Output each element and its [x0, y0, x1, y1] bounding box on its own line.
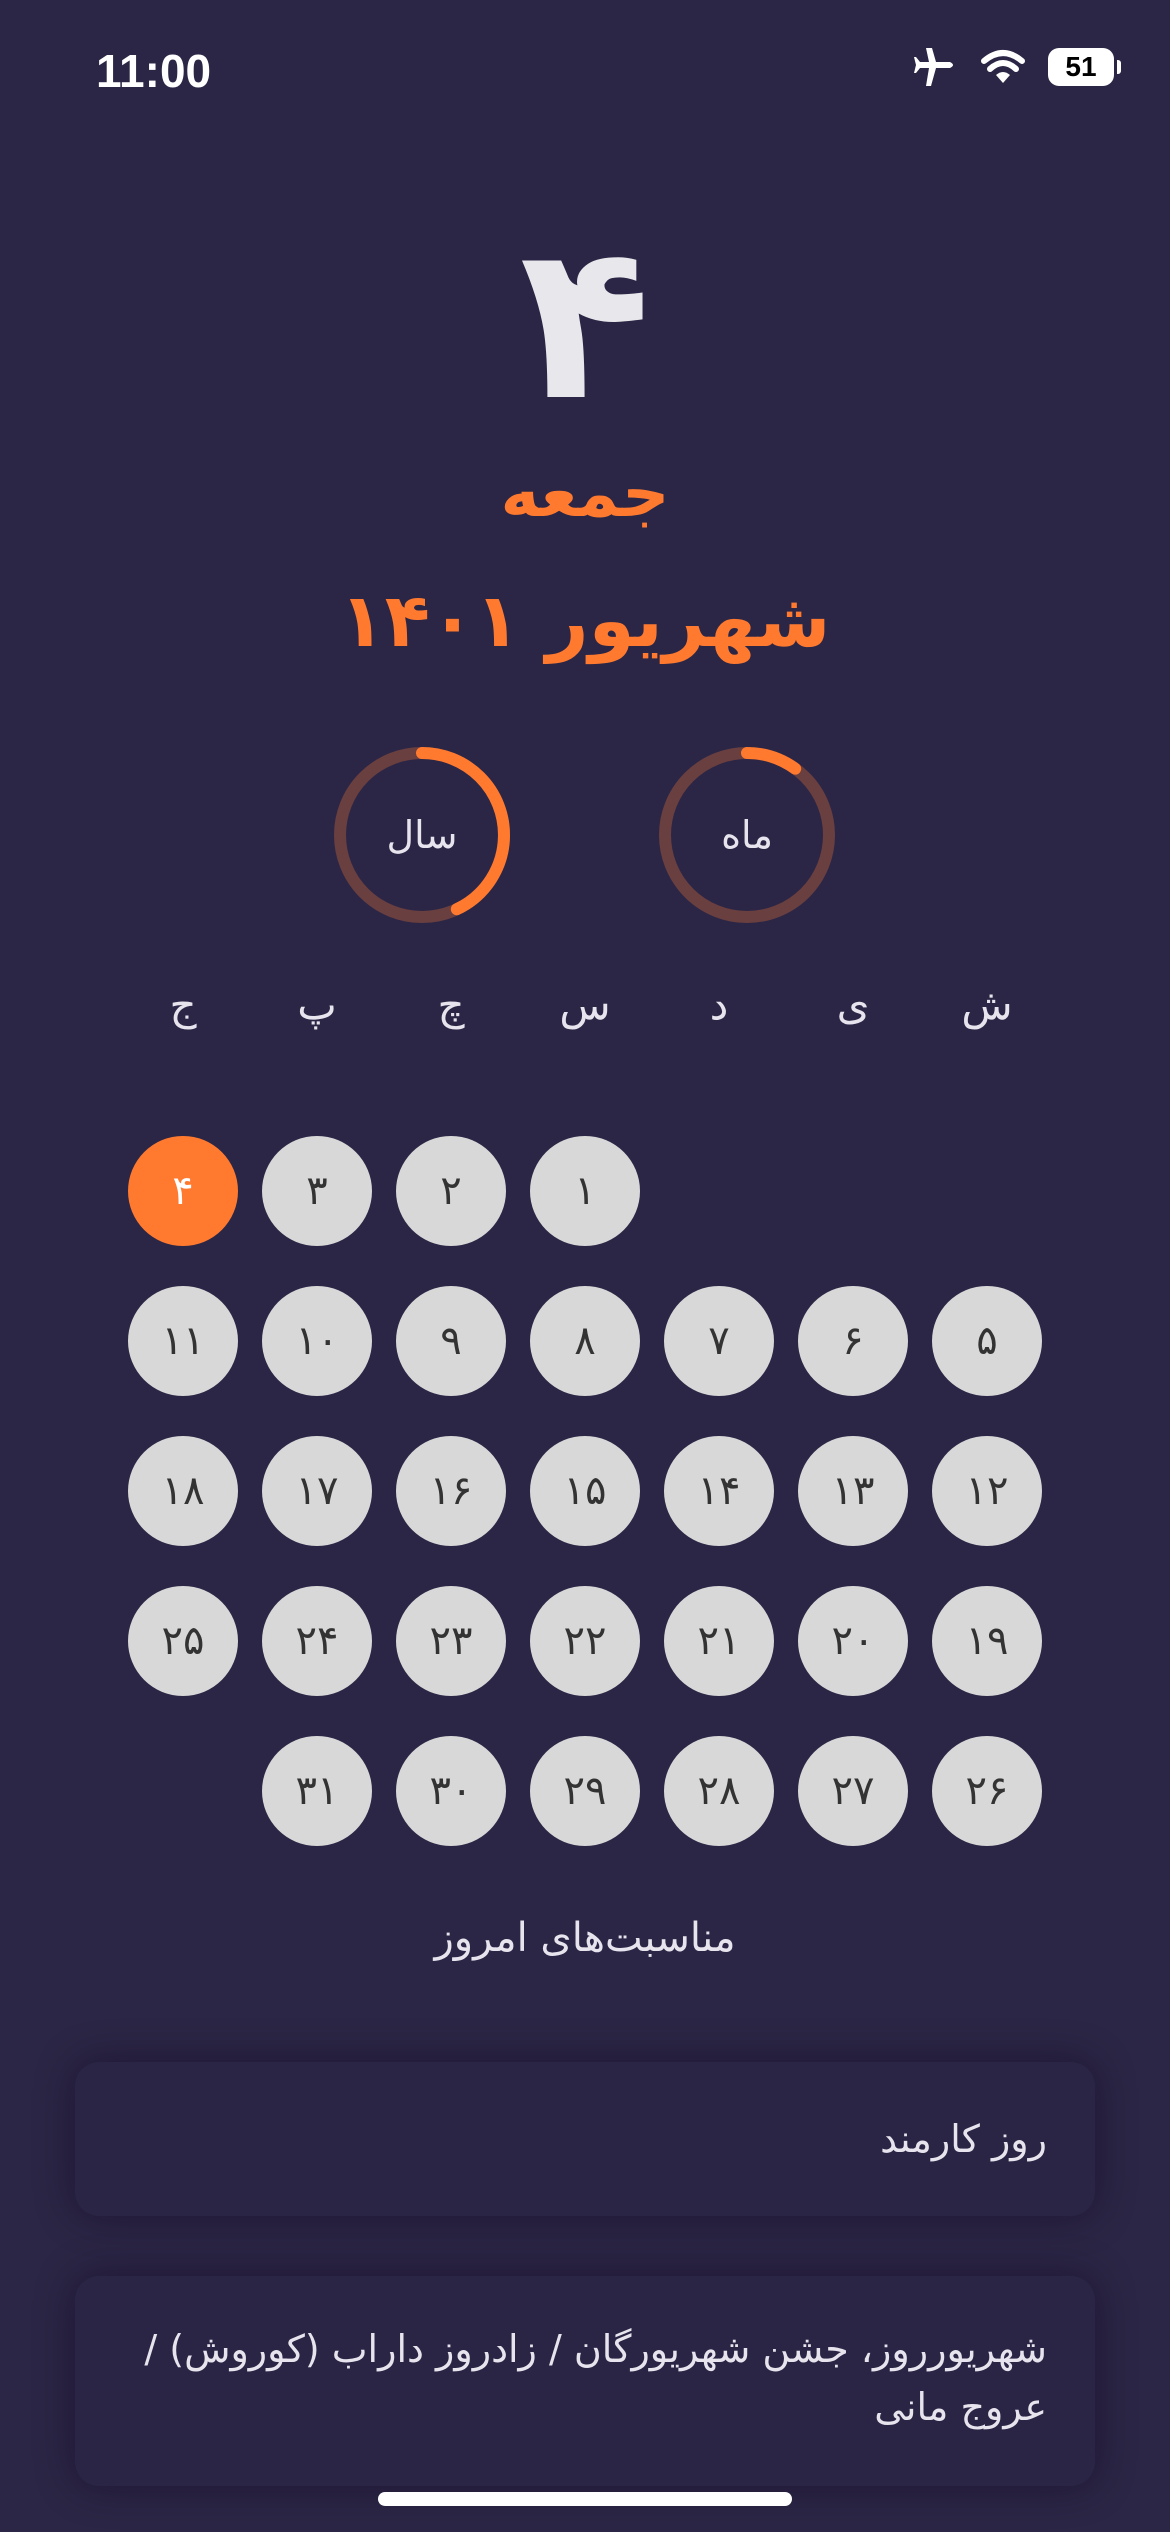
- calendar-day[interactable]: ۲۶: [932, 1736, 1042, 1846]
- calendar-day[interactable]: ۶: [798, 1286, 908, 1396]
- weekday-header: شیدسچپج: [0, 980, 1170, 1040]
- calendar-day[interactable]: ۲۷: [798, 1736, 908, 1846]
- calendar-day[interactable]: ۱۶: [396, 1436, 506, 1546]
- weekday-label: س: [559, 980, 611, 1029]
- calendar-day[interactable]: ۳: [262, 1136, 372, 1246]
- calendar-day[interactable]: ۲۲: [530, 1586, 640, 1696]
- calendar-day[interactable]: ۱۳: [798, 1436, 908, 1546]
- event-card[interactable]: شهریورروز، جشن شهریورگان / زادروز داراب …: [75, 2276, 1095, 2486]
- calendar-day[interactable]: ۹: [396, 1286, 506, 1396]
- home-indicator: [378, 2492, 792, 2506]
- month-progress-ring: ماه: [657, 745, 837, 925]
- calendar-day[interactable]: ۱: [530, 1136, 640, 1246]
- calendar-day[interactable]: ۱۲: [932, 1436, 1042, 1546]
- calendar-day[interactable]: ۸: [530, 1286, 640, 1396]
- calendar-day[interactable]: ۲: [396, 1136, 506, 1246]
- weekday-label: د: [709, 980, 729, 1029]
- calendar-day[interactable]: ۱۵: [530, 1436, 640, 1546]
- month-progress-label: ماه: [721, 813, 773, 857]
- calendar-day[interactable]: ۳۱: [262, 1736, 372, 1846]
- event-text: روز کارمند: [880, 2117, 1047, 2161]
- events-title: مناسبت‌های امروز: [434, 1915, 736, 1961]
- weekday-label: ش: [961, 980, 1013, 1029]
- calendar-day[interactable]: ۲۳: [396, 1586, 506, 1696]
- status-icons: 51: [912, 46, 1121, 88]
- wifi-icon: [981, 50, 1025, 83]
- calendar-day[interactable]: ۱۰: [262, 1286, 372, 1396]
- calendar-day[interactable]: ۱۸: [128, 1436, 238, 1546]
- year-progress-ring: سال: [332, 745, 512, 925]
- calendar-day[interactable]: ۲۱: [664, 1586, 774, 1696]
- calendar-day[interactable]: ۱۷: [262, 1436, 372, 1546]
- current-month-year: شهریور ۱۴۰۱: [339, 578, 831, 664]
- current-weekday: جمعه: [500, 455, 670, 532]
- event-text: شهریورروز، جشن شهریورگان / زادروز داراب …: [144, 2327, 1047, 2429]
- calendar-day[interactable]: ۲۹: [530, 1736, 640, 1846]
- calendar-day[interactable]: ۷: [664, 1286, 774, 1396]
- calendar-day[interactable]: ۱۱: [128, 1286, 238, 1396]
- calendar-day[interactable]: ۲۰: [798, 1586, 908, 1696]
- calendar-day-today[interactable]: ۴: [128, 1136, 238, 1246]
- status-time: 11:00: [96, 45, 212, 97]
- weekday-label: ی: [836, 980, 870, 1029]
- calendar-day[interactable]: ۳۰: [396, 1736, 506, 1846]
- calendar-day[interactable]: ۲۴: [262, 1586, 372, 1696]
- event-card[interactable]: روز کارمند: [75, 2062, 1095, 2216]
- airplane-icon: [914, 48, 953, 86]
- weekday-label: چ: [437, 980, 465, 1029]
- current-day-number: ۴: [519, 197, 651, 448]
- weekday-label: پ: [297, 980, 337, 1029]
- calendar-day[interactable]: ۲۵: [128, 1586, 238, 1696]
- calendar-day[interactable]: ۲۸: [664, 1736, 774, 1846]
- battery-icon: 51: [1048, 48, 1121, 86]
- calendar-day[interactable]: ۱۹: [932, 1586, 1042, 1696]
- year-progress-label: سال: [386, 813, 458, 857]
- calendar-day[interactable]: ۱۴: [664, 1436, 774, 1546]
- weekday-label: ج: [169, 980, 197, 1029]
- calendar-day[interactable]: ۵: [932, 1286, 1042, 1396]
